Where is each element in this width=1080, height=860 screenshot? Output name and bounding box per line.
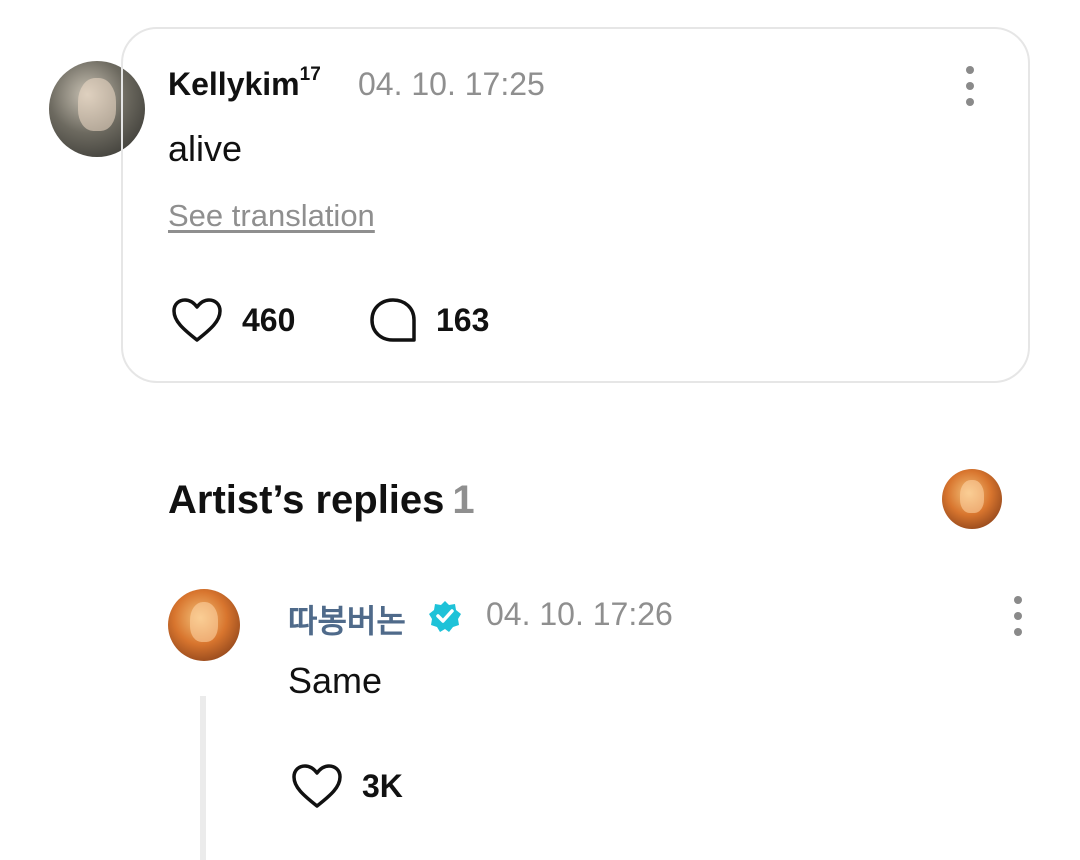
comment-author-name[interactable]: Kellykim17	[168, 64, 321, 103]
author-name-suffix: 17	[299, 64, 321, 85]
verified-badge-icon	[429, 601, 461, 632]
reply-timestamp: 04. 10. 17:26	[486, 596, 673, 632]
reply-author-avatar[interactable]	[168, 589, 240, 661]
comment-reply-button[interactable]: 163	[368, 296, 489, 344]
comment-timestamp: 04. 10. 17:25	[358, 66, 545, 102]
comment-reply-count: 163	[436, 301, 490, 338]
author-name-text: Kellykim	[168, 66, 300, 102]
heart-icon	[172, 298, 222, 342]
comment-bubble-icon	[370, 298, 416, 342]
comment-text: alive	[168, 128, 243, 169]
comment-like-count: 460	[242, 301, 296, 338]
avatar-face	[77, 78, 117, 132]
artist-replies-count: 1	[452, 478, 475, 522]
reply-like-button[interactable]: 3K	[290, 762, 403, 810]
heart-icon	[292, 764, 342, 808]
avatar-face	[960, 479, 984, 513]
reply-text: Same	[288, 660, 383, 701]
artist-replies-heading: Artist’s replies 1	[168, 478, 475, 523]
reply-more-menu-icon[interactable]	[1008, 596, 1028, 636]
reply-author-name[interactable]: 따봉버논	[288, 596, 406, 642]
artist-avatar-small[interactable]	[942, 469, 1002, 529]
see-translation-link[interactable]: See translation	[168, 198, 375, 234]
comment-more-menu-icon[interactable]	[960, 66, 980, 106]
avatar-face	[189, 601, 219, 642]
artist-replies-title: Artist’s replies	[168, 478, 445, 522]
reply-thread-line	[200, 696, 206, 860]
reply-like-count: 3K	[362, 767, 403, 804]
comment-like-button[interactable]: 460	[170, 296, 295, 344]
reply-author-name-text: 따봉버논	[288, 603, 406, 639]
